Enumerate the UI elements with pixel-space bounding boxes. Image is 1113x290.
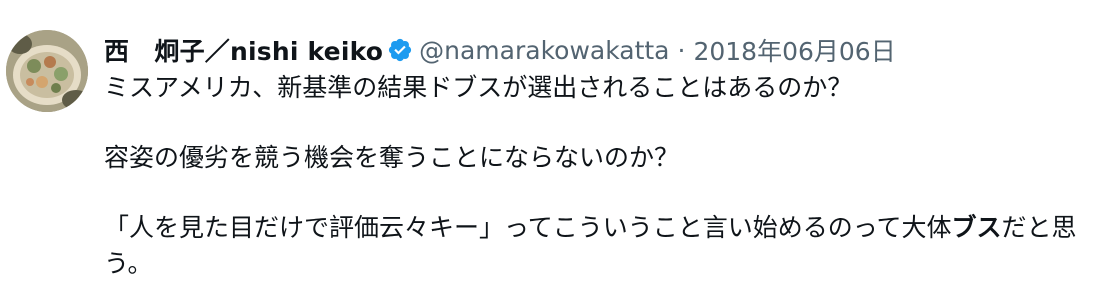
tweet-paragraph-3-text: 「人を見た目だけで評価云々キー」ってこういうこと言い始めるのって大体: [104, 213, 952, 242]
avatar-image: [6, 30, 88, 112]
tweet-paragraph-1: ミスアメリカ、新基準の結果ドブスが選出されることはあるのか？: [104, 73, 853, 102]
verified-badge-icon: [387, 37, 413, 63]
tweet: 西 炯子／nishi keiko @namarakowakatta · 2018…: [0, 0, 1113, 290]
avatar[interactable]: [6, 30, 88, 112]
tweet-paragraph-2: 容姿の優劣を競う機会を奪うことにならないのか？: [104, 143, 680, 172]
user-handle[interactable]: @namarakowakatta: [419, 36, 669, 65]
tweet-paragraph-3: 「人を見た目だけで評価云々キー」ってこういうこと言い始めるのって大体ブスだと思う…: [104, 210, 1109, 282]
display-name[interactable]: 西 炯子／nishi keiko: [104, 32, 383, 68]
tweet-header: 西 炯子／nishi keiko @namarakowakatta · 2018…: [104, 32, 896, 68]
tweet-emphasis-text: ブス: [951, 213, 1002, 242]
header-separator: ·: [677, 35, 686, 65]
tweet-text: ミスアメリカ、新基準の結果ドブスが選出されることはあるのか？ 容姿の優劣を競う機…: [104, 70, 1109, 282]
tweet-date[interactable]: 2018年06月06日: [693, 32, 895, 68]
